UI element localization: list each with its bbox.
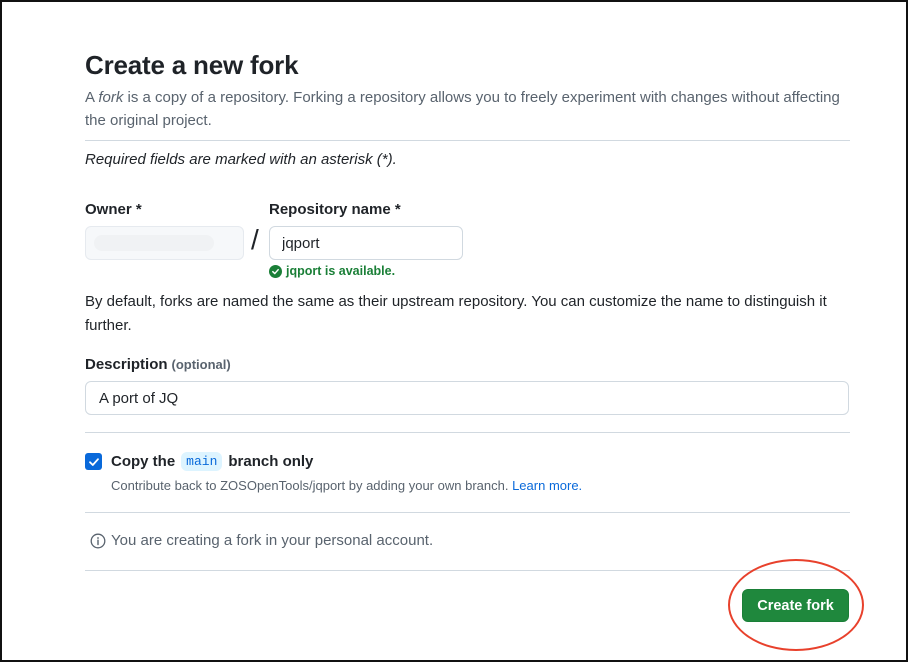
learn-more-link[interactable]: Learn more. <box>512 478 582 493</box>
info-icon <box>90 533 106 548</box>
annotation-ellipse <box>728 559 864 651</box>
description-label-text: Description <box>85 356 168 373</box>
owner-label: Owner * <box>85 201 142 218</box>
branch-name-pill: main <box>181 452 223 471</box>
personal-account-info: You are creating a fork in your personal… <box>90 532 433 549</box>
divider <box>85 432 850 433</box>
naming-note: By default, forks are named the same as … <box>85 293 827 334</box>
copy-branch-label[interactable]: Copy the main branch only <box>111 452 313 471</box>
owner-redacted <box>94 235 214 251</box>
intro-suffix: is a copy of a repository. Forking a rep… <box>85 89 840 129</box>
copy-main-checkbox[interactable] <box>85 453 102 470</box>
divider <box>85 512 850 513</box>
intro-prefix: A <box>85 89 99 106</box>
page-title: Create a new fork <box>85 50 299 80</box>
info-text: You are creating a fork in your personal… <box>111 532 434 549</box>
description-input[interactable] <box>85 381 849 415</box>
availability-text: jqport is available. <box>286 264 396 278</box>
repo-name-label: Repository name * <box>269 201 401 218</box>
copy-prefix: Copy the <box>111 453 176 470</box>
intro-text: A fork is a copy of a repository. Forkin… <box>85 86 845 132</box>
intro-emphasis: fork <box>98 89 124 106</box>
checkmark-icon <box>88 457 99 466</box>
contribute-hint: Contribute back to ZOSOpenTools/jqport b… <box>111 478 582 493</box>
divider <box>85 570 850 571</box>
page-frame: Create a new fork A fork is a copy of a … <box>0 0 908 662</box>
description-label: Description (optional) <box>85 356 231 373</box>
availability-status: jqport is available. <box>269 264 395 278</box>
owner-repo-separator: / <box>251 224 259 255</box>
contribute-text: Contribute back to ZOSOpenTools/jqport b… <box>111 478 509 493</box>
copy-suffix: branch only <box>228 453 314 470</box>
check-circle-icon <box>269 264 282 278</box>
divider <box>85 140 850 141</box>
required-note: Required fields are marked with an aster… <box>85 151 397 168</box>
optional-tag: (optional) <box>171 357 231 372</box>
owner-select[interactable] <box>85 226 244 260</box>
repo-name-input[interactable] <box>269 226 463 260</box>
